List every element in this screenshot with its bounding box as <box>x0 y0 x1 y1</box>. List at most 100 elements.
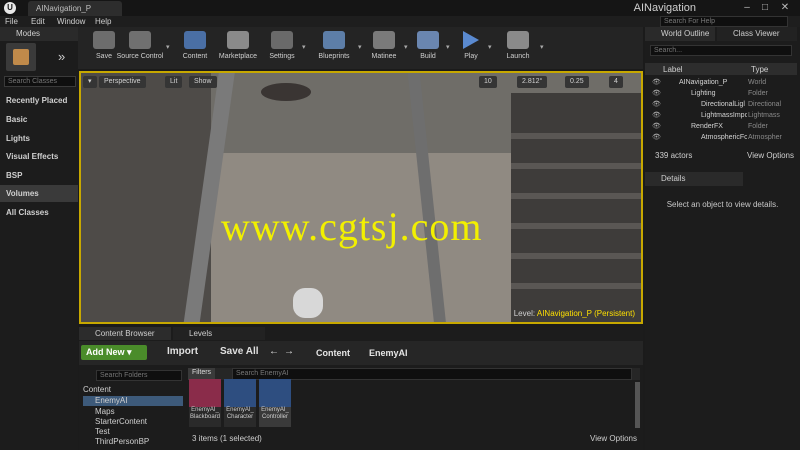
outliner-row[interactable]: 👁 AINavigation_P World <box>645 77 797 88</box>
watermark-text: www.cgtsj.com <box>221 204 483 249</box>
content-icon <box>184 31 206 49</box>
tab-levels[interactable]: Levels <box>173 327 265 340</box>
tree-folder-content[interactable]: Content <box>83 385 183 395</box>
ai-character-icon[interactable] <box>293 288 323 318</box>
save-all-button[interactable]: Save All <box>220 346 259 357</box>
build-dropdown-icon[interactable]: ▾ <box>446 43 454 51</box>
asset-tile[interactable]: EnemyAI_ Character <box>224 379 256 427</box>
unreal-logo-icon: U <box>4 2 16 14</box>
launch-button[interactable]: Launch <box>496 27 540 69</box>
lit-button[interactable]: Lit <box>165 76 183 88</box>
maximize-icon[interactable]: □ <box>758 1 772 14</box>
outliner-view-options-button[interactable]: View Options <box>747 151 794 160</box>
tree-folder-enemyai[interactable]: EnemyAI <box>83 396 183 406</box>
scale-snap-button[interactable]: 0.25 <box>565 76 589 88</box>
right-panel: World Outline Class Viewer Search... Lab… <box>645 27 800 450</box>
tab-class-viewer[interactable]: Class Viewer <box>717 27 797 41</box>
search-help-input[interactable]: Search For Help <box>660 16 788 27</box>
build-button[interactable]: Build <box>410 27 446 69</box>
breadcrumb-enemyai[interactable]: EnemyAI <box>369 348 408 358</box>
modes-panel: Modes » Search Classes Recently Placed B… <box>0 27 78 450</box>
category-basic[interactable]: Basic <box>0 111 78 128</box>
place-mode-icon[interactable] <box>6 43 36 71</box>
outliner-row[interactable]: 👁 AtmosphericFo Atmospher <box>645 132 797 143</box>
visibility-eye-icon[interactable]: 👁 <box>652 132 661 143</box>
add-new-button[interactable]: Add New ▾ <box>81 345 147 360</box>
play-button[interactable]: Play <box>454 27 488 69</box>
matinee-button[interactable]: Matinee <box>364 27 404 69</box>
outliner-header: Label Type <box>645 63 797 75</box>
build-icon <box>417 31 439 49</box>
content-view-options-button[interactable]: View Options <box>590 434 637 443</box>
app-title: AINavigation <box>633 2 696 14</box>
outliner-row[interactable]: 👁 RenderFX Folder <box>645 121 797 132</box>
search-classes-input[interactable]: Search Classes <box>4 76 76 87</box>
menu-edit[interactable]: Edit <box>31 16 45 27</box>
level-viewport[interactable]: ▾ Perspective Lit Show 10 2.812° 0.25 4 … <box>79 71 643 324</box>
menu-help[interactable]: Help <box>95 16 111 27</box>
menu-window[interactable]: Window <box>57 16 85 27</box>
document-tab[interactable]: AINavigation_P <box>28 1 122 16</box>
visibility-eye-icon[interactable]: 👁 <box>652 99 661 110</box>
camera-speed-button[interactable]: 4 <box>609 76 623 88</box>
tree-folder-thirdpersonbp[interactable]: ThirdPersonBP <box>83 437 183 447</box>
launch-icon <box>507 31 529 49</box>
outliner-row[interactable]: 👁 DirectionalLigl Directional <box>645 99 797 110</box>
tab-world-outliner[interactable]: World Outline <box>645 27 715 41</box>
back-arrow-icon[interactable]: ← <box>269 346 279 357</box>
main-toolbar: Save Source Control ▾ Content Marketplac… <box>78 27 643 69</box>
search-folders-input[interactable]: Search Folders <box>96 370 182 381</box>
menu-file[interactable]: File <box>5 16 18 27</box>
category-visual-effects[interactable]: Visual Effects <box>0 148 78 165</box>
play-dropdown-icon[interactable]: ▾ <box>488 43 496 51</box>
tree-folder-test[interactable]: Test <box>83 427 183 437</box>
import-button[interactable]: Import <box>167 346 198 357</box>
grid-snap-button[interactable]: 10 <box>479 76 497 88</box>
category-bsp[interactable]: BSP <box>0 167 78 184</box>
marketplace-button[interactable]: Marketplace <box>216 27 260 69</box>
category-lights[interactable]: Lights <box>0 130 78 147</box>
source-control-icon <box>129 31 151 49</box>
close-icon[interactable]: ✕ <box>778 1 792 14</box>
settings-dropdown-icon[interactable]: ▾ <box>302 43 310 51</box>
settings-button[interactable]: Settings <box>262 27 302 69</box>
visibility-eye-icon[interactable]: 👁 <box>652 88 661 99</box>
visibility-eye-icon[interactable]: 👁 <box>652 121 661 132</box>
show-button[interactable]: Show <box>189 76 217 88</box>
outliner-row[interactable]: 👁 Lighting Folder <box>645 88 797 99</box>
tab-details[interactable]: Details <box>645 172 743 186</box>
outliner-row[interactable]: 👁 LightmassImpo Lightmass <box>645 110 797 121</box>
category-volumes[interactable]: Volumes <box>0 185 78 202</box>
forward-arrow-icon[interactable]: → <box>284 346 294 357</box>
perspective-button[interactable]: Perspective <box>99 76 146 88</box>
asset-tile[interactable]: EnemyAI_ Controller <box>259 379 291 427</box>
stairs-geometry <box>511 93 641 322</box>
breadcrumb-content[interactable]: Content <box>316 348 350 358</box>
more-modes-icon[interactable]: » <box>58 49 65 64</box>
content-browser: Content Browser Levels Add New ▾ Import … <box>79 327 643 450</box>
outliner-search-input[interactable]: Search... <box>650 45 792 56</box>
blueprints-icon <box>323 31 345 49</box>
launch-dropdown-icon[interactable]: ▾ <box>540 43 548 51</box>
visibility-eye-icon[interactable]: 👁 <box>652 77 661 88</box>
content-button[interactable]: Content <box>174 27 216 69</box>
details-empty-message: Select an object to view details. <box>666 200 779 209</box>
category-recently-placed[interactable]: Recently Placed <box>0 92 78 109</box>
visibility-eye-icon[interactable]: 👁 <box>652 110 661 121</box>
modes-tab[interactable]: Modes <box>0 27 78 41</box>
asset-search-input[interactable]: Search EnemyAI <box>232 368 632 380</box>
rotation-snap-button[interactable]: 2.812° <box>517 76 548 88</box>
tab-content-browser[interactable]: Content Browser <box>79 327 171 340</box>
source-control-button[interactable]: Source Control <box>112 27 168 69</box>
blueprints-button[interactable]: Blueprints <box>310 27 358 69</box>
tree-folder-startercontent[interactable]: StarterContent <box>83 417 183 427</box>
viewport-options-button[interactable]: ▾ <box>83 76 97 88</box>
tree-folder-maps[interactable]: Maps <box>83 407 183 417</box>
asset-scrollbar[interactable] <box>635 382 640 428</box>
minimize-icon[interactable]: – <box>740 1 754 14</box>
asset-tile[interactable]: EnemyAI_ Blackboard <box>189 379 221 427</box>
title-bar: U AINavigation_P AINavigation – □ ✕ <box>0 0 800 16</box>
actor-count: 339 actors <box>655 151 693 160</box>
source-control-dropdown-icon[interactable]: ▾ <box>166 43 174 51</box>
category-all-classes[interactable]: All Classes <box>0 204 78 221</box>
